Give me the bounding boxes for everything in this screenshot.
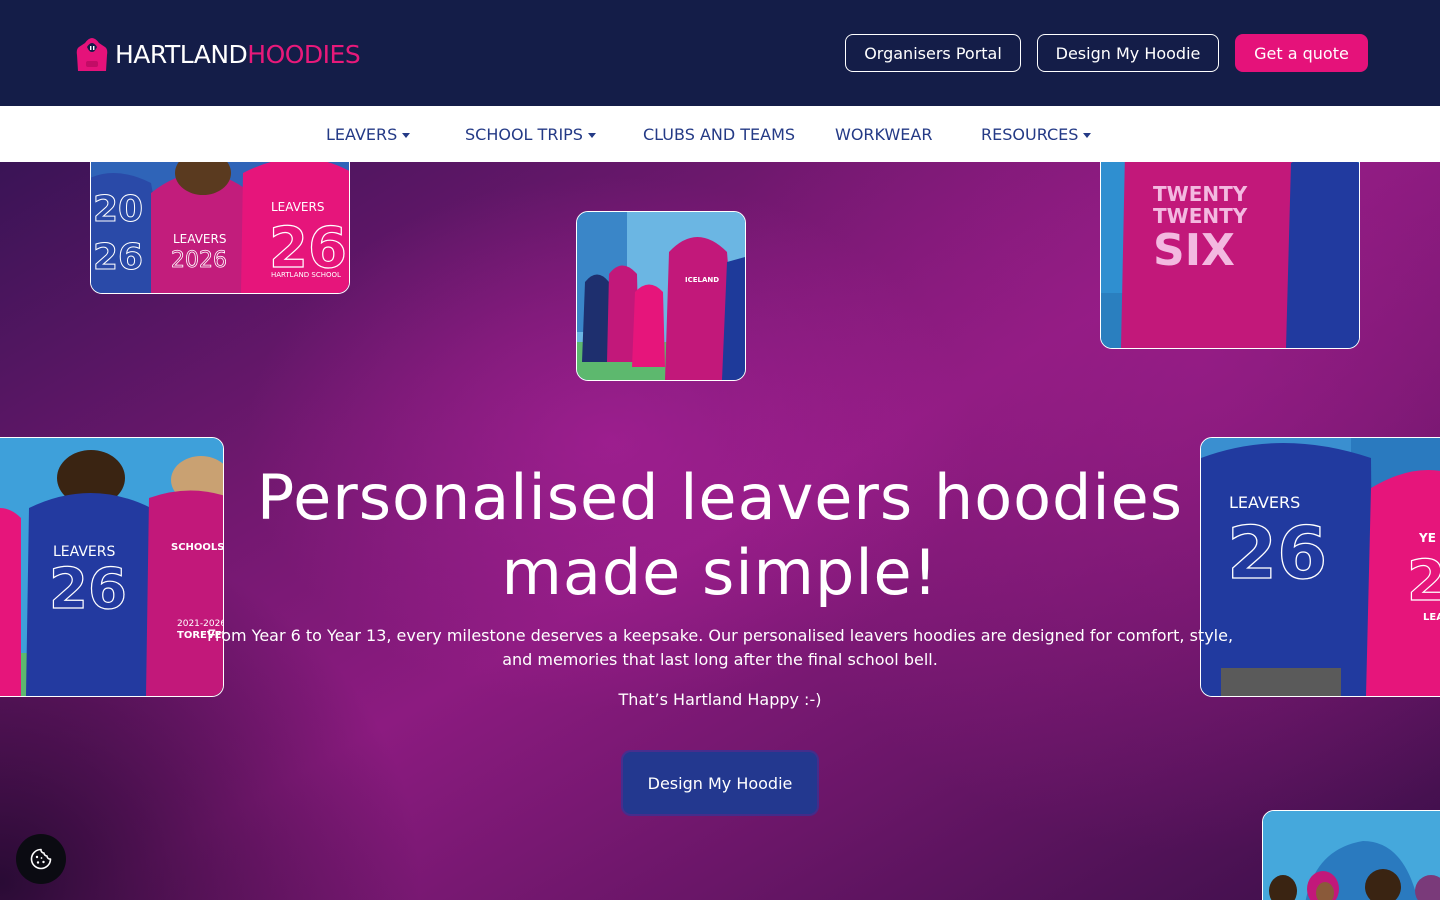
photo-text: LEA — [1423, 612, 1440, 623]
hero-lead: From Year 6 to Year 13, every milestone … — [206, 626, 1234, 669]
cookie-settings-button[interactable] — [16, 834, 66, 884]
hoodie-photo-illustration — [1263, 811, 1440, 900]
hoodie-photo-illustration: TWENTY TWENTY SIX — [1101, 162, 1359, 348]
photo-text: SCHOOLS O — [171, 542, 223, 553]
cookie-icon — [30, 848, 52, 870]
caret-down-icon — [402, 132, 411, 138]
photo-text: 26 — [1227, 511, 1327, 595]
nav-item-label: CLUBS AND TEAMS — [643, 124, 796, 144]
hoodie-photo-school-trip: ICELAND — [576, 211, 746, 381]
logo-text: HARTLANDHOODIES — [115, 39, 361, 69]
photo-text: LEAVERS — [271, 200, 324, 214]
logo-text-primary: HARTLAND — [115, 39, 248, 69]
site-logo[interactable]: HARTLANDHOODIES — [76, 34, 361, 74]
photo-text: 26 — [93, 237, 143, 278]
nav-item-resources[interactable]: RESOURCES — [981, 106, 1092, 162]
photo-text: 2026 — [171, 248, 227, 273]
photo-text: HARTLAND SCHOOL — [271, 271, 341, 279]
hoodie-photo-leavers-2026: 20 26 LEAVERS 2026 LEAVERS 26 HARTLAND S… — [90, 162, 350, 294]
site-header: HARTLANDHOODIES Organisers Portal Design… — [0, 0, 1440, 106]
main-nav: LEAVERS SCHOOL TRIPS CLUBS AND TEAMS WOR… — [0, 106, 1440, 162]
hoodie-photo-partial — [1262, 810, 1440, 900]
nav-item-workwear[interactable]: WORKWEAR — [835, 106, 932, 162]
photo-text: 2 — [1407, 549, 1440, 614]
nav-item-label: RESOURCES — [981, 124, 1079, 144]
design-my-hoodie-cta-button[interactable]: Design My Hoodie — [623, 752, 817, 814]
nav-item-label: WORKWEAR — [835, 124, 933, 144]
nav-item-school-trips[interactable]: SCHOOL TRIPS — [465, 106, 596, 162]
hoodie-photo-illustration: LEAVERS 26 SCHOOLS O 2021-2026 TOREVER — [0, 438, 223, 696]
hero-title: Personalised leavers hoodies made simple… — [256, 461, 1184, 609]
nav-item-leavers[interactable]: LEAVERS — [326, 106, 411, 162]
caret-down-icon — [1083, 132, 1092, 138]
photo-text: LEAVERS — [173, 232, 226, 246]
hoodie-photo-twenty-twenty-six: TWENTY TWENTY SIX — [1100, 162, 1360, 349]
nav-item-label: LEAVERS — [326, 124, 398, 144]
caret-down-icon — [587, 132, 596, 138]
photo-text: SIX — [1153, 225, 1235, 276]
organisers-portal-button[interactable]: Organisers Portal — [845, 34, 1021, 72]
photo-text: LEAVERS — [1229, 493, 1300, 512]
nav-item-label: SCHOOL TRIPS — [465, 124, 583, 144]
hoodie-photo-illustration: ICELAND — [577, 212, 745, 380]
logo-text-accent: HOODIES — [247, 39, 361, 69]
photo-text: 20 — [93, 189, 143, 230]
photo-text: 26 — [49, 557, 127, 622]
hoodie-photo-group-back: LEAVERS 26 SCHOOLS O 2021-2026 TOREVER — [0, 437, 224, 697]
photo-text: ICELAND — [685, 276, 719, 284]
hoodie-photo-illustration: 20 26 LEAVERS 2026 LEAVERS 26 HARTLAND S… — [91, 162, 349, 293]
nav-item-clubs-and-teams[interactable]: CLUBS AND TEAMS — [643, 106, 795, 162]
get-a-quote-button[interactable]: Get a quote — [1235, 34, 1368, 72]
hoodie-icon — [76, 38, 108, 71]
hero-tagline: That’s Hartland Happy :-) — [618, 690, 822, 709]
photo-text: TWENTY — [1153, 182, 1248, 206]
hero-section: 20 26 LEAVERS 2026 LEAVERS 26 HARTLAND S… — [0, 162, 1440, 900]
photo-text: YE — [1418, 531, 1436, 545]
design-my-hoodie-header-button[interactable]: Design My Hoodie — [1037, 34, 1219, 72]
